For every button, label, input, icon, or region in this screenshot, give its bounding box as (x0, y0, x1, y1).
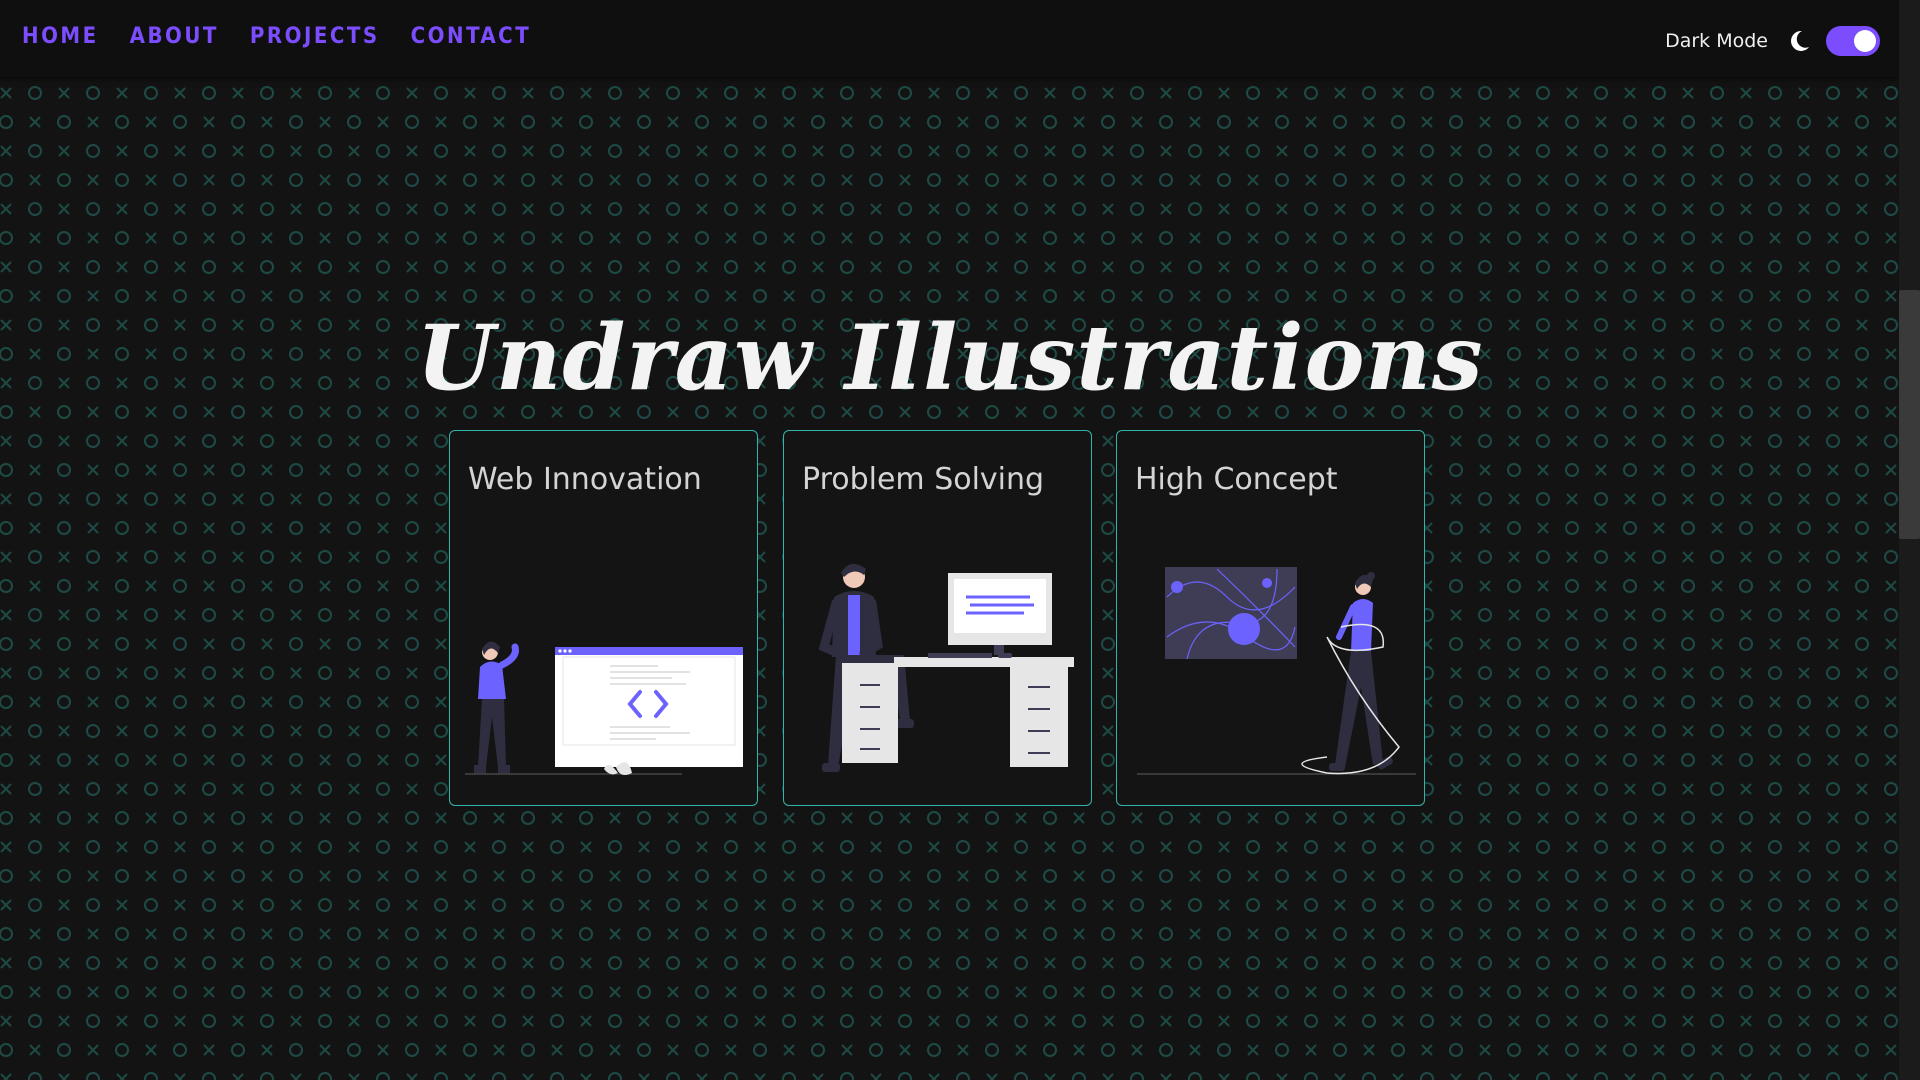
nav-links: HOME ABOUT PROJECTS CONTACT (22, 24, 531, 49)
toggle-knob (1854, 30, 1876, 52)
scrollbar-thumb[interactable] (1899, 290, 1920, 539)
nav-link-projects[interactable]: PROJECTS (250, 24, 380, 49)
dark-mode-control: Dark Mode (1665, 26, 1880, 56)
top-navbar: HOME ABOUT PROJECTS CONTACT Dark Mode (0, 0, 1900, 77)
person-at-desk-illustration (818, 563, 1074, 772)
moon-icon (1791, 30, 1809, 51)
card-problem-solving[interactable]: Problem Solving (783, 430, 1092, 806)
page-title: Undraw Illustrations (416, 305, 1484, 411)
nav-link-about[interactable]: ABOUT (130, 24, 219, 49)
card-title: Problem Solving (802, 462, 1045, 497)
scrollbar-track[interactable] (1899, 0, 1920, 1080)
card-title: High Concept (1135, 462, 1338, 497)
nav-link-home[interactable]: HOME (22, 24, 99, 49)
dark-mode-label: Dark Mode (1665, 30, 1768, 52)
nav-link-contact[interactable]: CONTACT (411, 24, 532, 49)
abstract-art-woman-walking-illustration (1137, 567, 1416, 775)
developer-code-window-illustration (465, 641, 743, 775)
card-title: Web Innovation (468, 462, 702, 497)
card-high-concept[interactable]: High Concept (1116, 430, 1425, 806)
card-web-innovation[interactable]: Web Innovation (449, 430, 758, 806)
dark-mode-toggle[interactable] (1826, 26, 1880, 56)
